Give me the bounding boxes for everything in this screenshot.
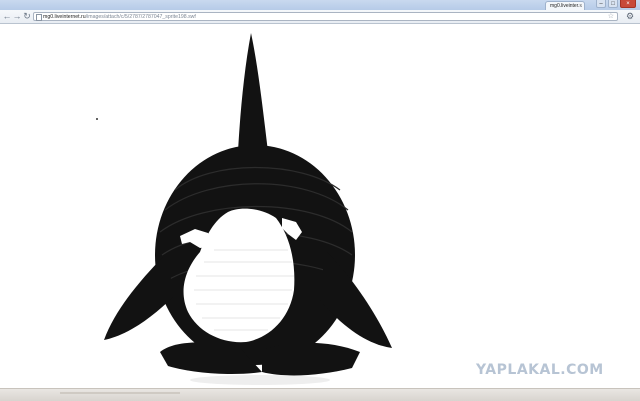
orca-right-foot xyxy=(262,342,360,376)
tab-title: mg0.liveinter... xyxy=(550,3,583,9)
status-divider xyxy=(60,392,180,394)
page-content: YAPLAKAL.COM xyxy=(0,24,640,388)
settings-menu-icon[interactable]: ⚙ xyxy=(624,11,636,22)
orca-shadow xyxy=(190,375,330,385)
orca-left-flipper xyxy=(104,255,175,340)
url-host: mg0.liveinternet.ru xyxy=(43,14,86,20)
orca-dorsal-fin xyxy=(238,33,268,152)
page-icon xyxy=(36,14,42,21)
window-controls: – □ × xyxy=(596,0,636,10)
browser-tab[interactable]: mg0.liveinter... × xyxy=(545,1,585,10)
speck xyxy=(96,118,98,120)
address-bar[interactable]: mg0.liveinternet.ru/images/attach/c/5/27… xyxy=(33,12,618,21)
minimize-button[interactable]: – xyxy=(596,0,606,8)
back-button[interactable]: ← xyxy=(2,11,12,22)
browser-toolbar: ← → ↻ mg0.liveinternet.ru/images/attach/… xyxy=(0,10,640,24)
bottom-strip xyxy=(0,388,640,401)
url-text[interactable]: mg0.liveinternet.ru/images/attach/c/5/27… xyxy=(43,13,196,21)
close-window-button[interactable]: × xyxy=(620,0,636,8)
orca-image xyxy=(96,33,392,385)
browser-titlebar: mg0.liveinter... × – □ × xyxy=(0,0,640,10)
orca-belly-lines xyxy=(194,249,294,331)
site-watermark: YAPLAKAL.COM xyxy=(476,362,604,378)
url-path: /images/attach/c/5/2787/2787047_sprite19… xyxy=(85,14,196,20)
bookmark-star-icon[interactable]: ☆ xyxy=(608,13,614,21)
orca-right-flipper xyxy=(320,250,392,348)
reload-button[interactable]: ↻ xyxy=(22,11,32,22)
tab-close-icon[interactable]: × xyxy=(579,2,582,10)
maximize-button[interactable]: □ xyxy=(608,0,618,8)
forward-button[interactable]: → xyxy=(12,11,22,22)
